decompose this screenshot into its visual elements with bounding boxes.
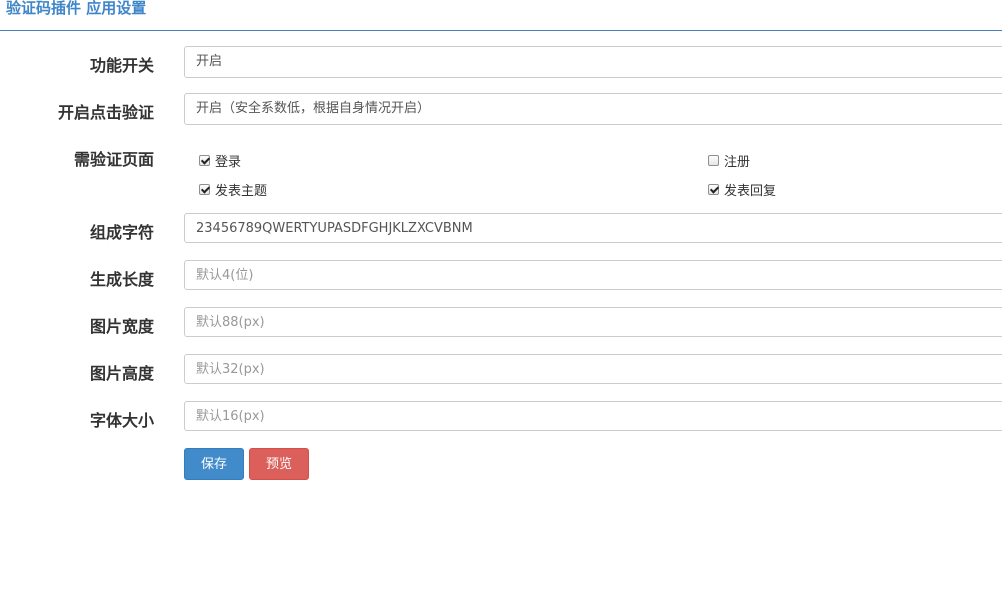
height-input[interactable] [184,354,1002,384]
checkbox-post-topic[interactable]: 发表主题 [199,180,267,199]
checkbox-post-topic-box[interactable] [199,184,210,195]
page-title: 验证码插件 应用设置 [6,0,147,17]
preview-button[interactable]: 预览 [249,448,309,480]
checkbox-register[interactable]: 注册 [708,151,750,170]
checkbox-post-reply[interactable]: 发表回复 [708,180,776,199]
click-verify-select[interactable]: 开启（安全系数低，根据自身情况开启） [184,93,1002,125]
checkbox-login-label: 登录 [215,155,242,170]
checkbox-login-box[interactable] [199,155,210,166]
enable-select-value: 开启 [196,54,223,69]
click-verify-label: 开启点击验证 [57,103,154,122]
font-size-label: 字体大小 [89,411,154,430]
enable-select[interactable]: 开启 [184,46,1002,78]
length-label: 生成长度 [89,270,154,289]
checkbox-post-reply-box[interactable] [708,184,719,195]
charset-input[interactable] [184,213,1002,243]
height-label: 图片高度 [89,364,154,383]
checkbox-login[interactable]: 登录 [199,151,241,170]
width-label: 图片宽度 [89,317,154,336]
settings-page: 验证码插件 应用设置 功能开关 开启 开启点击验证 开启（安全系数低，根据自身情… [0,0,1002,607]
enable-label: 功能开关 [89,56,154,75]
font-size-input[interactable] [184,401,1002,431]
page-header: 验证码插件 应用设置 [0,0,1002,31]
checkbox-register-box[interactable] [708,155,719,166]
length-input[interactable] [184,260,1002,290]
charset-label: 组成字符 [89,223,154,242]
width-input[interactable] [184,307,1002,337]
checkbox-post-topic-label: 发表主题 [215,184,268,199]
save-button[interactable]: 保存 [184,448,244,480]
click-verify-select-value: 开启（安全系数低，根据自身情况开启） [196,101,431,116]
checkbox-register-label: 注册 [724,155,751,170]
pages-label: 需验证页面 [73,150,154,169]
checkbox-post-reply-label: 发表回复 [724,184,777,199]
